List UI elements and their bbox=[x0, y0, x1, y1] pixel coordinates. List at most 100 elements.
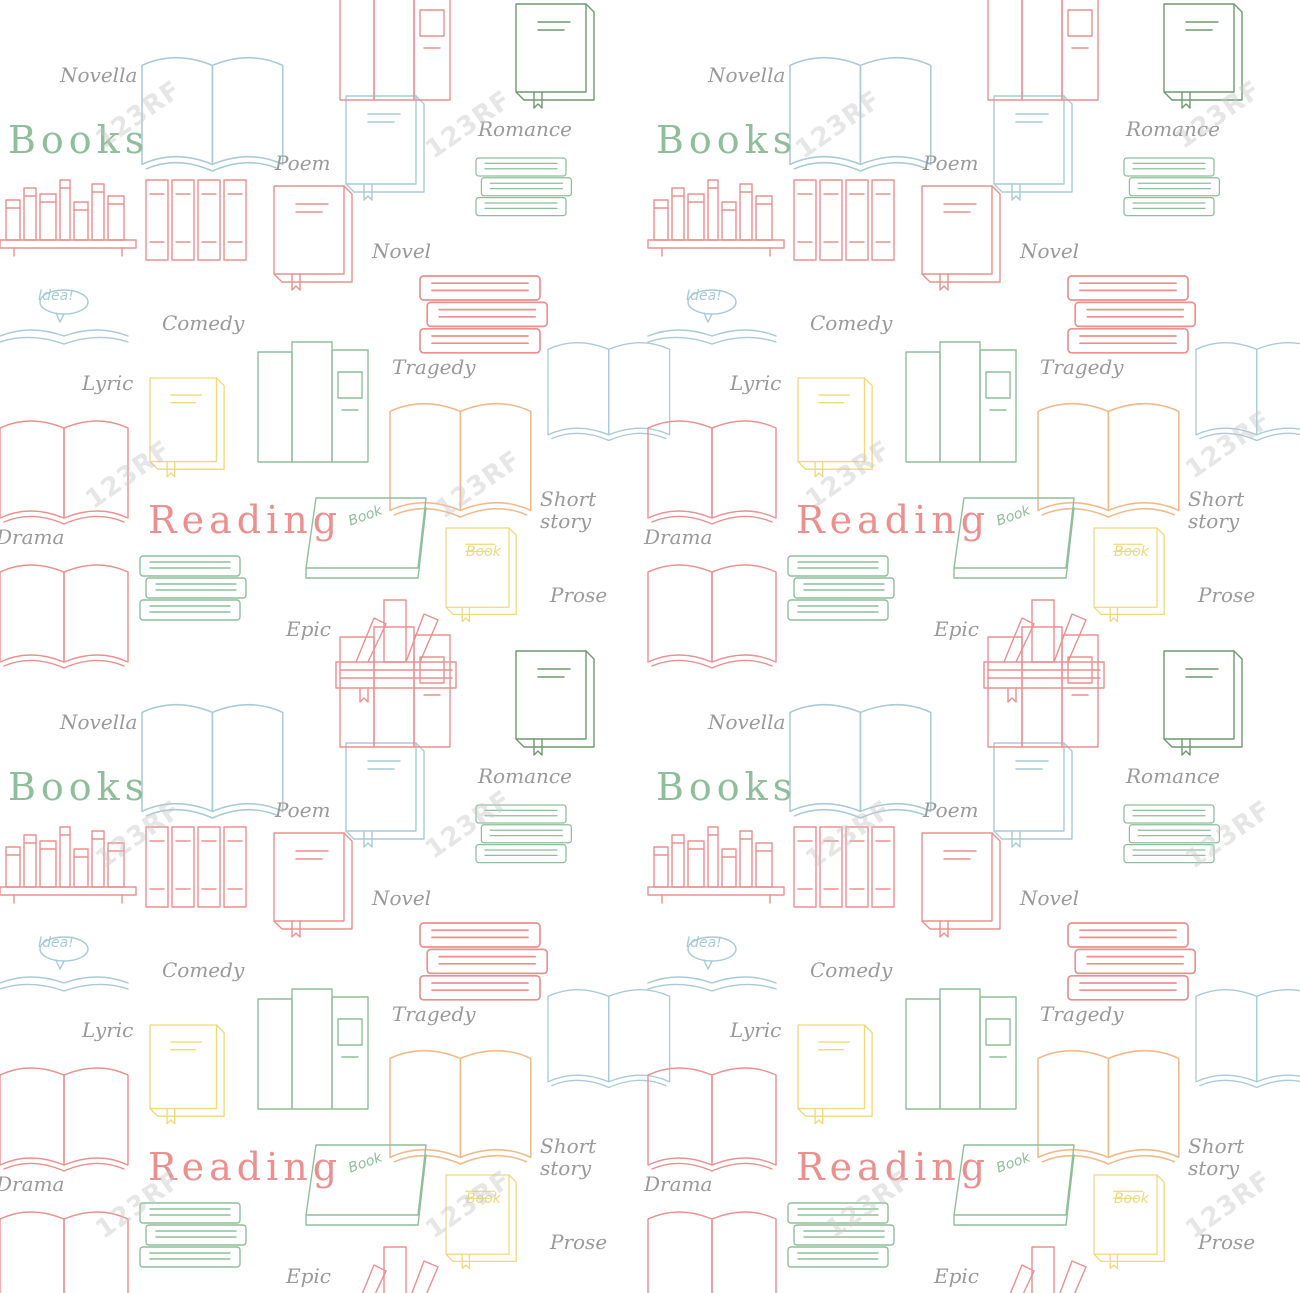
label-novella: Novella bbox=[60, 63, 138, 87]
label-novel: Novel bbox=[372, 239, 432, 263]
label-comedy: Comedy bbox=[810, 311, 893, 335]
label-drama: Drama bbox=[0, 1172, 65, 1196]
standing-books-icon bbox=[335, 599, 457, 703]
label-lyric: Lyric bbox=[730, 1018, 782, 1042]
open-book-icon bbox=[0, 1067, 129, 1172]
closed-book-icon bbox=[921, 185, 1001, 291]
label-novella: Novella bbox=[708, 63, 786, 87]
label-prose: Prose bbox=[550, 583, 608, 607]
closed-book-icon bbox=[345, 742, 425, 848]
books-title: Books bbox=[8, 765, 150, 809]
book-stack-icon bbox=[419, 922, 549, 1001]
open-book-icon bbox=[389, 1050, 532, 1165]
label-short-story: Short story bbox=[540, 1134, 597, 1180]
label-romance: Romance bbox=[478, 764, 572, 788]
closed-book-icon bbox=[1093, 1174, 1165, 1270]
open-book-icon bbox=[647, 420, 777, 525]
label-tragedy: Tragedy bbox=[392, 1002, 476, 1026]
label-lyric: Lyric bbox=[82, 371, 134, 395]
closed-book-icon bbox=[149, 1024, 225, 1125]
book-stack-icon bbox=[419, 275, 549, 354]
reading-title: Reading bbox=[148, 498, 343, 542]
label-short-story: Short story bbox=[1188, 487, 1245, 533]
book-spines-icon bbox=[987, 0, 1099, 101]
open-book-icon bbox=[647, 1211, 777, 1293]
label-idea: Idea! bbox=[686, 935, 722, 951]
closed-book-icon bbox=[273, 832, 353, 938]
label-comedy: Comedy bbox=[162, 311, 245, 335]
book-stack-icon bbox=[139, 1202, 247, 1268]
label-romance: Romance bbox=[1126, 764, 1220, 788]
book-spines-icon bbox=[257, 341, 369, 463]
book-spines-icon bbox=[257, 988, 369, 1110]
label-book: Book bbox=[466, 544, 501, 560]
label-idea: Idea! bbox=[686, 288, 722, 304]
label-drama: Drama bbox=[0, 525, 65, 549]
label-lyric: Lyric bbox=[730, 371, 782, 395]
book-stack-icon bbox=[1067, 275, 1197, 354]
label-poem: Poem bbox=[275, 798, 331, 822]
doodle-artwork bbox=[0, 0, 1300, 1293]
books-doodle-pattern: Books Reading Novella Poem Novel Comedy Lyric T… bbox=[0, 0, 1300, 1293]
label-prose: Prose bbox=[1198, 583, 1256, 607]
closed-book-icon bbox=[273, 185, 353, 291]
book-spines-icon bbox=[339, 0, 451, 101]
label-novel: Novel bbox=[1020, 886, 1080, 910]
standing-books-icon bbox=[983, 599, 1105, 703]
book-stack-icon bbox=[139, 555, 247, 621]
standing-books-icon bbox=[361, 1246, 439, 1293]
label-drama: Drama bbox=[644, 525, 713, 549]
open-book-icon bbox=[647, 564, 777, 669]
closed-book-icon bbox=[515, 650, 595, 756]
closed-book-icon bbox=[445, 527, 517, 623]
book-stack-icon bbox=[475, 157, 573, 217]
bookshelf-icon bbox=[647, 179, 785, 257]
closed-book-icon bbox=[1093, 527, 1165, 623]
label-poem: Poem bbox=[923, 798, 979, 822]
bookshelf-icon bbox=[0, 179, 137, 257]
label-epic: Epic bbox=[934, 617, 979, 641]
open-book-icon bbox=[647, 1067, 777, 1172]
label-epic: Epic bbox=[286, 617, 331, 641]
books-title: Books bbox=[656, 118, 798, 162]
label-tragedy: Tragedy bbox=[1040, 355, 1124, 379]
closed-book-icon bbox=[993, 95, 1073, 201]
closed-book-icon bbox=[345, 95, 425, 201]
open-book-icon bbox=[0, 564, 129, 669]
binder-icon bbox=[793, 179, 895, 261]
label-idea: Idea! bbox=[38, 288, 74, 304]
closed-book-icon bbox=[1163, 650, 1243, 756]
label-comedy: Comedy bbox=[810, 958, 893, 982]
label-tragedy: Tragedy bbox=[392, 355, 476, 379]
label-epic: Epic bbox=[286, 1264, 331, 1288]
label-novel: Novel bbox=[372, 886, 432, 910]
books-title: Books bbox=[656, 765, 798, 809]
label-novella: Novella bbox=[708, 710, 786, 734]
book-spines-icon bbox=[339, 626, 451, 748]
label-novel: Novel bbox=[1020, 239, 1080, 263]
closed-book-icon bbox=[515, 3, 595, 109]
open-book-icon bbox=[1037, 403, 1180, 518]
label-comedy: Comedy bbox=[162, 958, 245, 982]
bookshelf-icon bbox=[647, 826, 785, 904]
book-stack-icon bbox=[1067, 922, 1197, 1001]
book-spines-icon bbox=[987, 626, 1099, 748]
label-poem: Poem bbox=[923, 151, 979, 175]
binder-icon bbox=[145, 179, 247, 261]
closed-book-icon bbox=[921, 832, 1001, 938]
label-poem: Poem bbox=[275, 151, 331, 175]
open-book-icon bbox=[1195, 989, 1300, 1089]
label-tragedy: Tragedy bbox=[1040, 1002, 1124, 1026]
label-prose: Prose bbox=[550, 1230, 608, 1254]
label-lyric: Lyric bbox=[82, 1018, 134, 1042]
book-spines-icon bbox=[905, 988, 1017, 1110]
label-novella: Novella bbox=[60, 710, 138, 734]
book-spines-icon bbox=[905, 341, 1017, 463]
label-book: Book bbox=[1114, 1191, 1149, 1207]
open-book-icon bbox=[789, 704, 932, 819]
book-stack-icon bbox=[1123, 157, 1221, 217]
standing-books-icon bbox=[1009, 1246, 1087, 1293]
label-epic: Epic bbox=[934, 1264, 979, 1288]
open-book-icon bbox=[1037, 1050, 1180, 1165]
label-short-story: Short story bbox=[1188, 1134, 1245, 1180]
